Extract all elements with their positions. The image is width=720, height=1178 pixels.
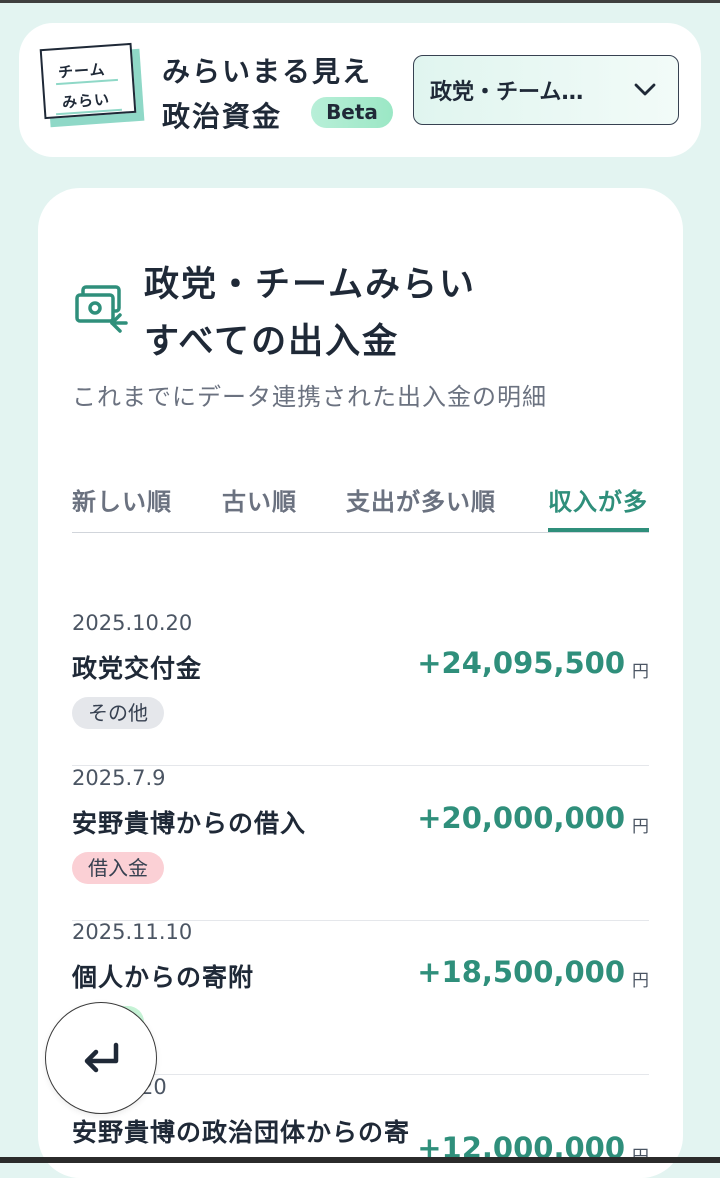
bottom-edge <box>0 1157 720 1163</box>
beta-badge: Beta <box>311 97 393 128</box>
transaction-date: 2025.11.10 <box>72 920 193 944</box>
transaction-amount: +20,000,000 <box>417 801 625 835</box>
transaction-row[interactable]: 2025.11.10 個人からの寄附 +18,500,000 円 寄附 <box>72 920 649 1075</box>
transaction-description: 安野貴博からの借入 <box>72 809 307 838</box>
transaction-row[interactable]: 2025.7.9 安野貴博からの借入 +20,000,000 円 借入金 <box>72 766 649 921</box>
transaction-date: 2025.7.9 <box>72 766 166 790</box>
back-button[interactable] <box>45 1002 157 1114</box>
currency-unit: 円 <box>632 662 649 682</box>
tabs-divider <box>72 532 649 533</box>
category-tag: その他 <box>72 697 164 729</box>
transaction-amount: +12,000,000 <box>417 1131 625 1157</box>
currency-unit: 円 <box>632 1147 649 1157</box>
party-select-dropdown[interactable]: 政党・チーム… <box>413 55 679 125</box>
sort-tabs: 新しい順 古い順 支出が多い順 収入が多 <box>72 470 649 533</box>
transaction-description: 政党交付金 <box>72 654 203 683</box>
tab-newest[interactable]: 新しい順 <box>72 482 172 517</box>
transaction-description: 安野貴博の政治団体からの寄 <box>72 1118 411 1147</box>
chevron-down-icon <box>634 83 656 96</box>
currency-unit: 円 <box>632 971 649 991</box>
currency-unit: 円 <box>632 817 649 837</box>
category-tag: 借入金 <box>72 852 164 884</box>
transaction-amount: +24,095,500 <box>417 646 625 680</box>
transaction-row[interactable]: 20 安野貴博の政治団体からの寄 +12,000,000 円 <box>72 1075 649 1157</box>
page-title-line2: すべての出入金 <box>144 322 400 362</box>
return-arrow-icon <box>84 1042 119 1073</box>
transaction-amount: +18,500,000 <box>417 955 625 989</box>
transaction-row[interactable]: 2025.10.20 政党交付金 +24,095,500 円 その他 <box>72 611 649 766</box>
tab-expense-desc[interactable]: 支出が多い順 <box>346 482 496 517</box>
transaction-description: 個人からの寄附 <box>72 963 255 992</box>
page-subtitle: これまでにデータ連携された出入金の明細 <box>72 383 547 411</box>
tab-oldest[interactable]: 古い順 <box>222 482 297 517</box>
page-title-line1: 政党・チームみらい <box>144 265 476 305</box>
tab-income-desc[interactable]: 収入が多 <box>548 482 648 517</box>
top-edge <box>0 0 720 3</box>
money-transfer-icon <box>75 285 128 333</box>
app-title-line1: みらいまる見え <box>162 55 373 88</box>
transaction-date: 2025.10.20 <box>72 611 193 635</box>
team-mirai-logo[interactable]: チーム みらい <box>39 42 150 130</box>
party-select-value: 政党・チーム… <box>430 80 584 105</box>
app-title-line2: 政治資金 <box>162 100 283 133</box>
logo-text-line1: チーム <box>57 60 107 82</box>
